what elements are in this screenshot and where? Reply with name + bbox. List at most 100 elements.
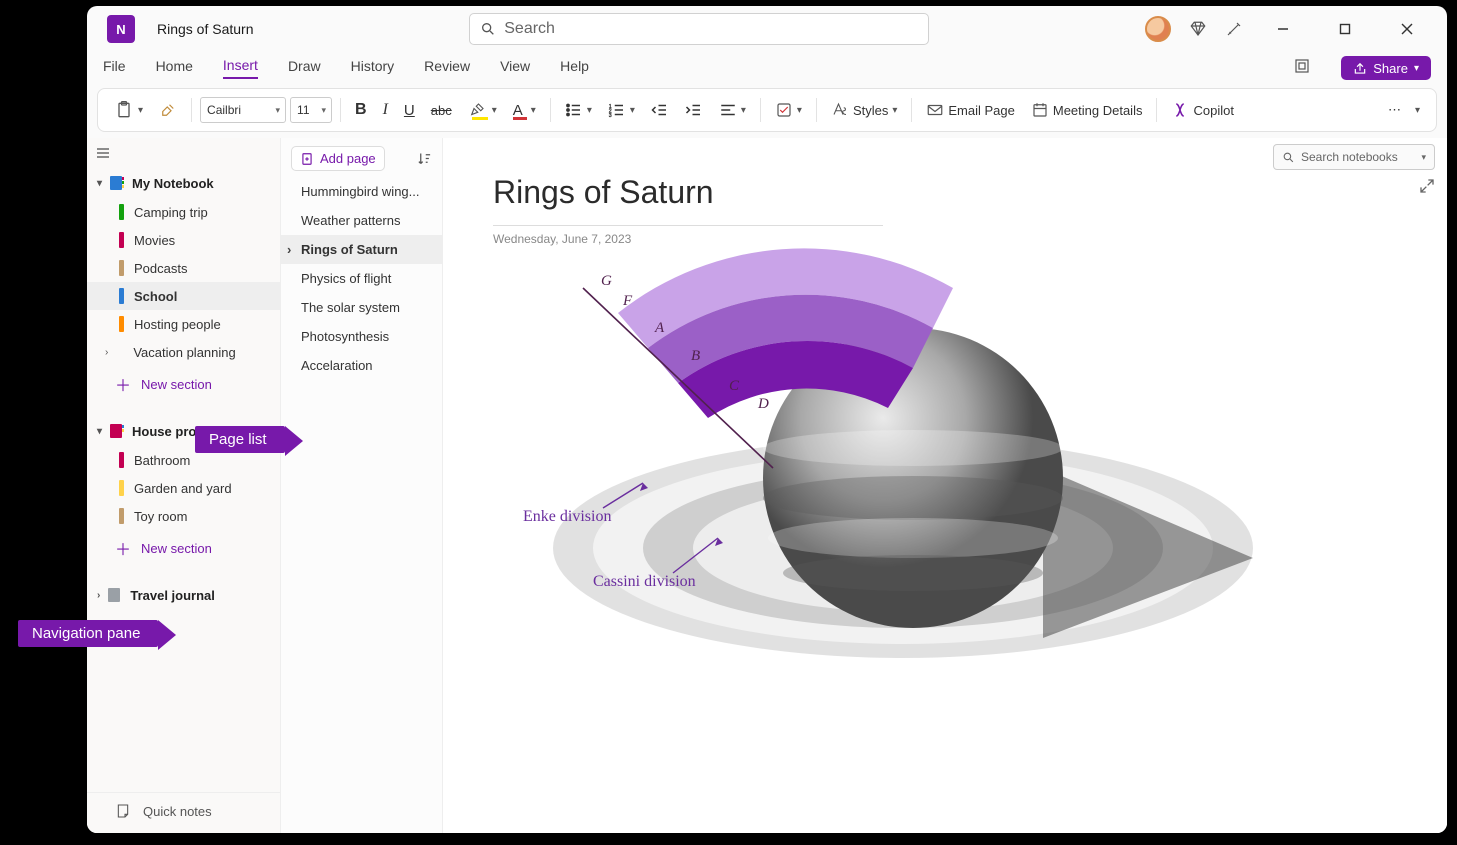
share-button[interactable]: Share ▾ bbox=[1341, 56, 1431, 80]
onenote-app-icon: N bbox=[107, 15, 135, 43]
notebook-icon bbox=[106, 586, 124, 604]
bold-button[interactable]: B bbox=[349, 97, 373, 123]
page-item[interactable]: Accelaration bbox=[281, 351, 442, 380]
styles-label: Styles bbox=[853, 103, 888, 118]
sidebar-section[interactable]: Toy room bbox=[87, 502, 280, 530]
new-section-button[interactable]: ＋New section bbox=[87, 530, 280, 566]
hamburger-icon[interactable] bbox=[95, 145, 111, 161]
share-icon bbox=[1353, 62, 1367, 76]
page-list: Add page Hummingbird wing...Weather patt… bbox=[281, 138, 443, 833]
section-color-bar bbox=[119, 316, 124, 332]
search-icon bbox=[480, 21, 496, 37]
page-title[interactable]: Rings of Saturn bbox=[493, 174, 1447, 211]
svg-text:3: 3 bbox=[609, 113, 612, 119]
search-input[interactable]: Search bbox=[469, 13, 929, 45]
ring-label-g: G bbox=[601, 273, 612, 290]
sidebar-section[interactable]: Camping trip bbox=[87, 198, 280, 226]
sidebar-section[interactable]: ›Vacation planning bbox=[87, 338, 280, 366]
maximize-button[interactable] bbox=[1323, 13, 1367, 45]
tab-home[interactable]: Home bbox=[156, 58, 193, 78]
new-section-label: New section bbox=[141, 541, 212, 556]
minimize-button[interactable] bbox=[1261, 13, 1305, 45]
email-label: Email Page bbox=[948, 103, 1014, 118]
notebook-my-notebook[interactable]: ▾ My Notebook bbox=[87, 168, 280, 198]
tab-view[interactable]: View bbox=[500, 58, 530, 78]
new-section-button[interactable]: ＋New section bbox=[87, 366, 280, 402]
email-page-button[interactable]: Email Page bbox=[920, 97, 1020, 123]
tag-button[interactable]: ▾ bbox=[769, 97, 808, 123]
sidebar-section[interactable]: Movies bbox=[87, 226, 280, 254]
page-item[interactable]: Hummingbird wing... bbox=[281, 177, 442, 206]
sort-pages-button[interactable] bbox=[417, 151, 432, 166]
sidebar-section[interactable]: Hosting people bbox=[87, 310, 280, 338]
meeting-details-button[interactable]: Meeting Details bbox=[1025, 97, 1149, 123]
copilot-label: Copilot bbox=[1193, 103, 1233, 118]
section-color-bar bbox=[119, 232, 124, 248]
increase-indent-button[interactable] bbox=[679, 97, 709, 123]
more-commands-button[interactable]: ⋯ bbox=[1382, 98, 1407, 122]
format-painter-button[interactable] bbox=[153, 97, 183, 123]
section-label: Vacation planning bbox=[133, 345, 235, 360]
tab-history[interactable]: History bbox=[351, 58, 395, 78]
fullscreen-icon[interactable] bbox=[1293, 57, 1311, 79]
paste-button[interactable]: ▾ bbox=[108, 96, 149, 124]
section-color-bar bbox=[119, 480, 124, 496]
notebook-icon bbox=[108, 174, 126, 192]
page-item[interactable]: Physics of flight bbox=[281, 264, 442, 293]
highlight-button[interactable]: ▾ bbox=[462, 97, 503, 124]
alignment-button[interactable]: ▾ bbox=[713, 97, 752, 123]
quick-notes-label: Quick notes bbox=[143, 804, 212, 819]
ring-label-f: F bbox=[623, 293, 632, 310]
font-color-button[interactable]: A▾ bbox=[507, 97, 542, 124]
section-color-bar bbox=[118, 344, 123, 360]
page-item[interactable]: The solar system bbox=[281, 293, 442, 322]
page-item[interactable]: Photosynthesis bbox=[281, 322, 442, 351]
note-icon bbox=[115, 803, 131, 819]
sidebar-section[interactable]: Garden and yard bbox=[87, 474, 280, 502]
add-page-icon bbox=[300, 152, 314, 166]
tab-file[interactable]: File bbox=[103, 58, 126, 78]
titlebar: N Rings of Saturn Search bbox=[87, 6, 1447, 52]
font-family-select[interactable]: Cailbri bbox=[200, 97, 286, 123]
bulleted-list-button[interactable]: ▾ bbox=[559, 97, 598, 123]
search-placeholder: Search bbox=[504, 20, 555, 38]
tab-review[interactable]: Review bbox=[424, 58, 470, 78]
page-item[interactable]: Weather patterns bbox=[281, 206, 442, 235]
tab-help[interactable]: Help bbox=[560, 58, 589, 78]
page-item[interactable]: Rings of Saturn bbox=[281, 235, 442, 264]
section-color-bar bbox=[119, 260, 124, 276]
copilot-button[interactable]: Copilot bbox=[1165, 97, 1239, 123]
decrease-indent-button[interactable] bbox=[645, 97, 675, 123]
styles-button[interactable]: Styles▾ bbox=[825, 97, 903, 123]
section-color-bar bbox=[119, 204, 124, 220]
quick-notes-button[interactable]: Quick notes bbox=[87, 792, 280, 833]
notebook-travel-journal[interactable]: › Travel journal bbox=[87, 580, 280, 610]
font-size-select[interactable]: 11 bbox=[290, 97, 332, 123]
section-label: Toy room bbox=[134, 509, 187, 524]
sidebar-section[interactable]: Podcasts bbox=[87, 254, 280, 282]
enke-division-label: Enke division bbox=[523, 508, 611, 526]
close-button[interactable] bbox=[1385, 13, 1429, 45]
avatar[interactable] bbox=[1145, 16, 1171, 42]
diamond-icon[interactable] bbox=[1189, 20, 1207, 38]
tab-draw[interactable]: Draw bbox=[288, 58, 321, 78]
tab-insert[interactable]: Insert bbox=[223, 57, 258, 79]
section-label: Camping trip bbox=[134, 205, 208, 220]
new-section-label: New section bbox=[141, 377, 212, 392]
underline-button[interactable]: U bbox=[398, 98, 421, 123]
section-color-bar bbox=[119, 452, 124, 468]
ribbon-expand-button[interactable]: ▾ bbox=[1409, 101, 1426, 120]
callout-page-list: Page list bbox=[195, 426, 285, 453]
italic-button[interactable]: I bbox=[377, 97, 394, 123]
ribbon-tabs: File Home Insert Draw History Review Vie… bbox=[87, 52, 1447, 84]
add-page-button[interactable]: Add page bbox=[291, 146, 385, 171]
page-content[interactable]: Search notebooks Rings of Saturn Wednesd… bbox=[443, 138, 1447, 833]
meeting-label: Meeting Details bbox=[1053, 103, 1143, 118]
sparkle-icon[interactable] bbox=[1225, 20, 1243, 38]
search-notebooks-input[interactable]: Search notebooks bbox=[1273, 144, 1435, 170]
strikethrough-button[interactable]: abc bbox=[425, 99, 458, 122]
numbered-list-button[interactable]: 123▾ bbox=[602, 97, 641, 123]
expand-page-icon[interactable] bbox=[1419, 178, 1435, 199]
sidebar-section[interactable]: School bbox=[87, 282, 280, 310]
saturn-diagram: G F A B C D Enke division Cassini divisi… bbox=[483, 248, 1263, 728]
